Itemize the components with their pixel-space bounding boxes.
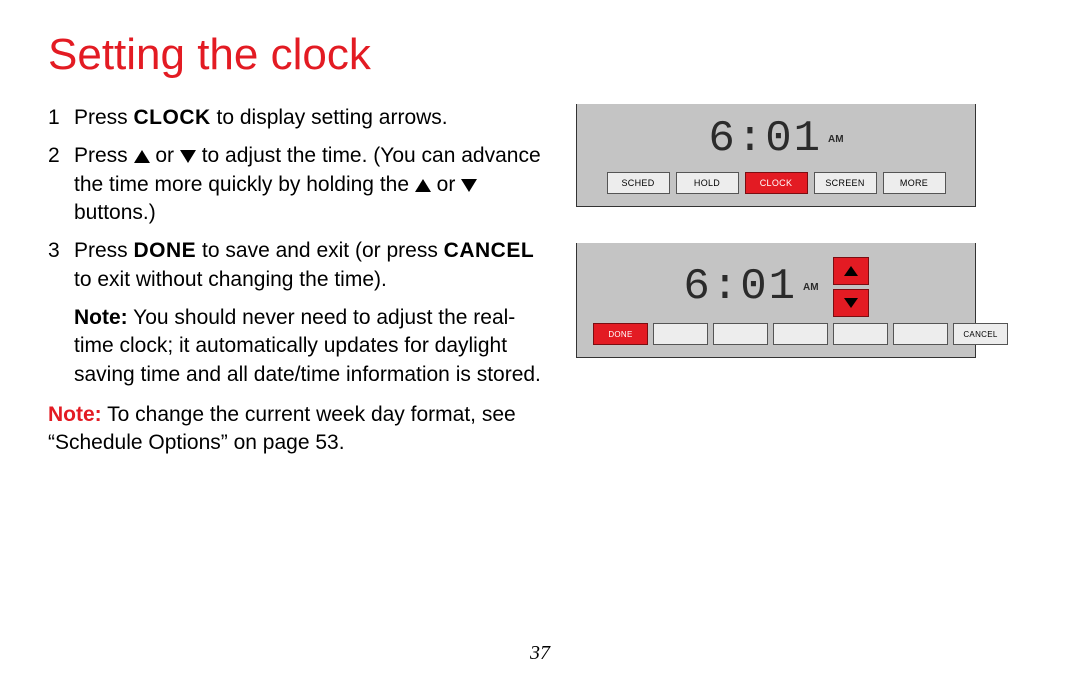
steps-list: Press CLOCK to display setting arrows. P… bbox=[48, 104, 548, 389]
thermostat-illustration-1: 6:01 AM SCHED HOLD CLOCK SCREEN MORE bbox=[576, 104, 976, 207]
triangle-up-icon bbox=[134, 150, 150, 163]
triangle-down-icon bbox=[844, 298, 858, 308]
text: Press bbox=[74, 106, 134, 129]
format-note: Note: To change the current week day for… bbox=[48, 401, 548, 458]
note-body: You should never need to adjust the real… bbox=[74, 306, 541, 386]
text: to save and exit (or press bbox=[196, 239, 443, 262]
blank-button[interactable] bbox=[833, 323, 888, 345]
clock-time: 6:01 bbox=[708, 114, 822, 164]
triangle-up-icon bbox=[415, 179, 431, 192]
thermostat-button-row: DONE CANCEL bbox=[593, 323, 959, 345]
page-title: Setting the clock bbox=[48, 30, 1032, 80]
blank-button[interactable] bbox=[773, 323, 828, 345]
step-2: Press or to adjust the time. (You can ad… bbox=[48, 142, 548, 227]
done-button[interactable]: DONE bbox=[593, 323, 648, 345]
up-arrow-button[interactable] bbox=[833, 257, 869, 285]
illustrations-column: 6:01 AM SCHED HOLD CLOCK SCREEN MORE 6:0… bbox=[576, 104, 996, 458]
blank-button[interactable] bbox=[713, 323, 768, 345]
note-body: To change the current week day format, s… bbox=[48, 403, 516, 454]
clock-ampm: AM bbox=[828, 134, 844, 145]
note-label: Note: bbox=[48, 403, 102, 426]
thermostat-button-row: SCHED HOLD CLOCK SCREEN MORE bbox=[593, 172, 959, 194]
thermostat-display: 6:01 AM bbox=[593, 114, 959, 164]
text: or bbox=[150, 144, 180, 167]
blank-button[interactable] bbox=[653, 323, 708, 345]
text: to exit without changing the time). bbox=[74, 268, 387, 291]
text: buttons.) bbox=[74, 201, 156, 224]
clock-button[interactable]: CLOCK bbox=[745, 172, 808, 194]
step-3: Press DONE to save and exit (or press CA… bbox=[48, 237, 548, 389]
triangle-down-icon bbox=[180, 150, 196, 163]
step-3-note: Note: You should never need to adjust th… bbox=[74, 304, 548, 389]
sched-button[interactable]: SCHED bbox=[607, 172, 670, 194]
thermostat-display: 6:01 AM bbox=[593, 257, 959, 317]
cancel-label: CANCEL bbox=[444, 239, 535, 262]
down-arrow-button[interactable] bbox=[833, 289, 869, 317]
cancel-button[interactable]: CANCEL bbox=[953, 323, 1008, 345]
screen-button[interactable]: SCREEN bbox=[814, 172, 877, 194]
content-columns: Press CLOCK to display setting arrows. P… bbox=[48, 104, 1032, 458]
more-button[interactable]: MORE bbox=[883, 172, 946, 194]
text: Press bbox=[74, 144, 134, 167]
triangle-down-icon bbox=[461, 179, 477, 192]
note-label: Note: bbox=[74, 306, 128, 329]
page-number: 37 bbox=[0, 642, 1080, 665]
arrow-buttons bbox=[833, 257, 869, 317]
thermostat-illustration-2: 6:01 AM DONE CANCEL bbox=[576, 243, 976, 358]
manual-page: Setting the clock Press CLOCK to display… bbox=[0, 0, 1080, 687]
clock-ampm: AM bbox=[803, 282, 819, 293]
step-1: Press CLOCK to display setting arrows. bbox=[48, 104, 548, 132]
text: or bbox=[431, 173, 461, 196]
text: Press bbox=[74, 239, 134, 262]
clock-time: 6:01 bbox=[683, 262, 797, 312]
clock-label: CLOCK bbox=[134, 106, 211, 129]
blank-button[interactable] bbox=[893, 323, 948, 345]
text: to display setting arrows. bbox=[211, 106, 448, 129]
hold-button[interactable]: HOLD bbox=[676, 172, 739, 194]
instructions-column: Press CLOCK to display setting arrows. P… bbox=[48, 104, 548, 458]
done-label: DONE bbox=[134, 239, 197, 262]
triangle-up-icon bbox=[844, 266, 858, 276]
